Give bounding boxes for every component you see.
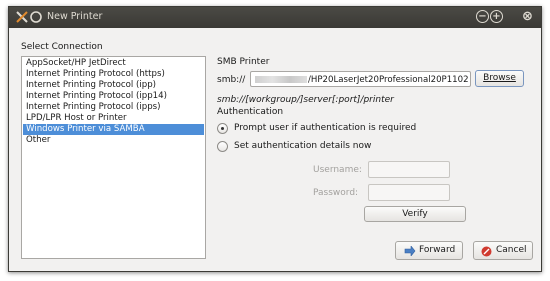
new-printer-dialog: New Printer − + ⊗ Select Connection AppS… <box>8 6 542 272</box>
smb-format-hint: smb://[workgroup/]server[:port]/printer <box>217 95 394 105</box>
list-item[interactable]: Other <box>23 135 204 146</box>
cancel-icon <box>481 246 492 257</box>
forward-arrow-icon <box>404 246 416 256</box>
titlebar[interactable]: New Printer − + ⊗ <box>9 7 541 28</box>
cancel-button[interactable]: Cancel <box>473 241 533 260</box>
list-item[interactable]: Internet Printing Protocol (https) <box>23 69 204 80</box>
smb-prefix-label: smb:// <box>217 75 246 85</box>
set-auth-radio[interactable] <box>217 141 228 152</box>
list-item[interactable]: Internet Printing Protocol (ipp) <box>23 80 204 91</box>
maximize-button[interactable]: + <box>490 10 503 23</box>
connection-list[interactable]: AppSocket/HP JetDirect Internet Printing… <box>21 56 206 259</box>
browse-label: Browse <box>483 73 516 83</box>
select-connection-label: Select Connection <box>21 42 103 52</box>
cancel-label: Cancel <box>496 245 527 255</box>
minimize-button[interactable]: − <box>476 10 489 23</box>
list-item[interactable]: Internet Printing Protocol (ipps) <box>23 102 204 113</box>
forward-button[interactable]: Forward <box>395 241 463 260</box>
authentication-heading: Authentication <box>217 107 284 117</box>
password-input[interactable] <box>368 184 450 201</box>
printer-tools-icon <box>16 11 28 23</box>
smb-uri-input[interactable]: /HP20LaserJet20Professional20P1102 <box>250 71 471 87</box>
browse-button[interactable]: Browse <box>475 70 524 87</box>
smb-uri-value: /HP20LaserJet20Professional20P1102 <box>308 75 469 85</box>
password-label: Password: <box>313 188 359 198</box>
circle-icon <box>30 11 42 23</box>
list-item-selected[interactable]: Windows Printer via SAMBA <box>23 124 204 135</box>
window-title: New Printer <box>47 11 103 22</box>
verify-label: Verify <box>402 209 428 219</box>
prompt-auth-label[interactable]: Prompt user if authentication is require… <box>234 123 416 133</box>
smb-printer-heading: SMB Printer <box>217 57 270 67</box>
username-label: Username: <box>313 165 362 175</box>
list-item[interactable]: AppSocket/HP JetDirect <box>23 58 204 69</box>
close-button[interactable]: ⊗ <box>521 10 534 23</box>
list-item[interactable]: LPD/LPR Host or Printer <box>23 113 204 124</box>
verify-button[interactable]: Verify <box>364 206 466 222</box>
prompt-auth-radio[interactable] <box>217 123 228 134</box>
set-auth-label[interactable]: Set authentication details now <box>234 141 371 151</box>
username-input[interactable] <box>368 161 450 178</box>
forward-label: Forward <box>419 245 456 255</box>
redacted-server <box>255 76 307 83</box>
list-item[interactable]: Internet Printing Protocol (ipp14) <box>23 91 204 102</box>
